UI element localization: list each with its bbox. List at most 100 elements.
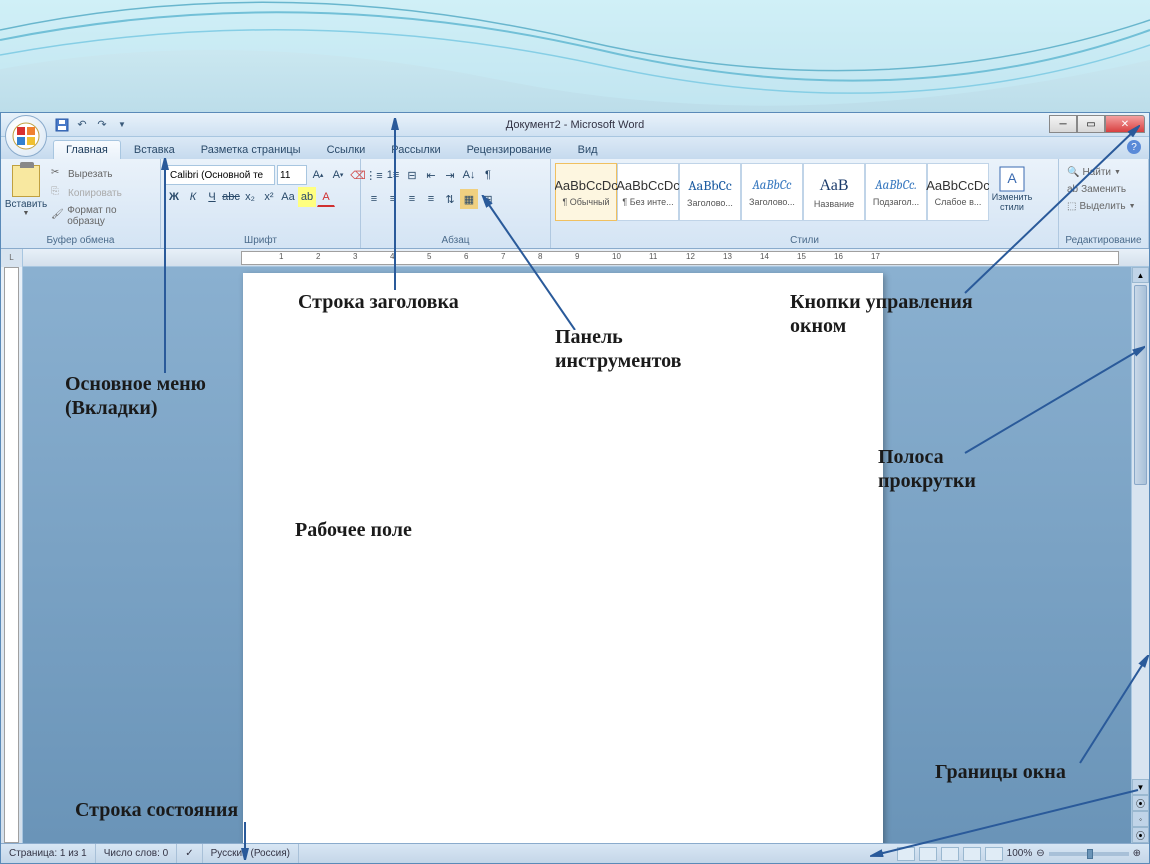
find-button[interactable]: 🔍 Найти▼	[1063, 165, 1140, 180]
zoom-thumb[interactable]	[1087, 849, 1093, 859]
office-logo-icon	[12, 122, 40, 150]
view-outline-icon[interactable]	[963, 847, 981, 861]
status-language[interactable]: Русский (Россия)	[203, 844, 299, 863]
grow-font-icon[interactable]: A▴	[309, 165, 327, 185]
zoom-level[interactable]: 100%	[1007, 848, 1033, 859]
zoom-in-icon[interactable]: ⊕	[1133, 848, 1141, 859]
select-icon: ⬚	[1067, 201, 1076, 212]
help-icon[interactable]: ?	[1127, 140, 1141, 154]
style-item[interactable]: AaBbCcDc¶ Обычный	[555, 163, 617, 221]
sort-icon[interactable]: A↓	[460, 165, 478, 185]
cut-button[interactable]: ✂ Вырезать	[47, 165, 156, 183]
minimize-button[interactable]: ─	[1049, 115, 1077, 133]
horizontal-ruler[interactable]: L 1234567891011121314151617	[1, 249, 1149, 267]
highlight-button[interactable]: ab	[298, 187, 316, 207]
copy-button[interactable]: ⎘ Копировать	[47, 184, 156, 202]
select-button[interactable]: ⬚ Выделить▼	[1063, 199, 1140, 214]
ruler-toggle[interactable]: L	[1, 249, 23, 267]
style-item[interactable]: АаВНазвание	[803, 163, 865, 221]
style-item[interactable]: AaBbCcDcСлабое в...	[927, 163, 989, 221]
group-paragraph: ⋮≡ 1≡ ⊟ ⇤ ⇥ A↓ ¶ ≡ ≡ ≡ ≡ ⇅ ▦ ⊞	[361, 159, 551, 248]
scroll-up-icon[interactable]: ▲	[1132, 267, 1149, 283]
save-icon[interactable]	[53, 116, 71, 134]
office-button[interactable]	[5, 115, 47, 157]
tab-page-layout[interactable]: Разметка страницы	[188, 140, 314, 159]
align-justify-icon[interactable]: ≡	[422, 189, 440, 209]
paste-button[interactable]: Вставить ▼	[5, 161, 47, 217]
bullets-icon[interactable]: ⋮≡	[365, 165, 383, 185]
align-left-icon[interactable]: ≡	[365, 189, 383, 209]
replace-button[interactable]: ab Заменить	[1063, 182, 1140, 197]
undo-icon[interactable]: ↶	[73, 116, 91, 134]
style-item[interactable]: AaBbCc.Подзагол...	[865, 163, 927, 221]
scroll-thumb[interactable]	[1134, 285, 1147, 485]
shrink-font-icon[interactable]: A▾	[329, 165, 347, 185]
window-controls: ─ ▭ ✕	[1049, 115, 1145, 133]
qat-dropdown-icon[interactable]: ▼	[113, 116, 131, 134]
browse-object-icon[interactable]: ◦	[1132, 811, 1149, 827]
change-case-button[interactable]: Aa	[279, 187, 297, 207]
font-color-button[interactable]: A	[317, 187, 335, 207]
line-spacing-icon[interactable]: ⇅	[441, 189, 459, 209]
strike-button[interactable]: abc	[222, 187, 240, 207]
superscript-button[interactable]: x²	[260, 187, 278, 207]
prev-page-icon[interactable]: ⦿	[1132, 795, 1149, 811]
status-page[interactable]: Страница: 1 из 1	[1, 844, 96, 863]
document-scroll	[23, 267, 1131, 843]
maximize-button[interactable]: ▭	[1077, 115, 1105, 133]
paste-icon	[12, 165, 40, 197]
find-icon: 🔍	[1067, 167, 1079, 178]
zoom-slider[interactable]	[1049, 852, 1129, 856]
tab-review[interactable]: Рецензирование	[454, 140, 565, 159]
scissors-icon: ✂	[51, 167, 65, 181]
style-item[interactable]: AaBbCcDc¶ Без инте...	[617, 163, 679, 221]
style-item[interactable]: AaBbCcЗаголово...	[679, 163, 741, 221]
show-marks-icon[interactable]: ¶	[479, 165, 497, 185]
document-page[interactable]	[243, 273, 883, 843]
zoom-out-icon[interactable]: ⊖	[1036, 848, 1044, 859]
font-name-input[interactable]	[165, 165, 275, 185]
subscript-button[interactable]: x₂	[241, 187, 259, 207]
numbering-icon[interactable]: 1≡	[384, 165, 402, 185]
next-page-icon[interactable]: ⦿	[1132, 827, 1149, 843]
indent-inc-icon[interactable]: ⇥	[441, 165, 459, 185]
brush-icon: 🖌	[51, 209, 64, 223]
change-styles-button[interactable]: A Изменить стили	[989, 161, 1035, 213]
scroll-down-icon[interactable]: ▼	[1132, 779, 1149, 795]
group-font: A▴ A▾ ⌫ Ж К Ч abc x₂ x² Aa ab A Шрифт	[161, 159, 361, 248]
status-proofing-icon[interactable]: ✓	[177, 844, 202, 863]
redo-icon[interactable]: ↷	[93, 116, 111, 134]
quick-access-toolbar: ↶ ↷ ▼	[53, 116, 131, 134]
copy-icon: ⎘	[51, 186, 65, 200]
tab-mailings[interactable]: Рассылки	[378, 140, 453, 159]
tab-insert[interactable]: Вставка	[121, 140, 188, 159]
italic-button[interactable]: К	[184, 187, 202, 207]
vertical-scrollbar[interactable]: ▲ ▼ ⦿ ◦ ⦿	[1131, 267, 1149, 843]
underline-button[interactable]: Ч	[203, 187, 221, 207]
status-words[interactable]: Число слов: 0	[96, 844, 177, 863]
vertical-ruler[interactable]	[1, 267, 23, 843]
close-button[interactable]: ✕	[1105, 115, 1145, 133]
style-item[interactable]: AaBbCcЗаголово...	[741, 163, 803, 221]
tab-view[interactable]: Вид	[565, 140, 611, 159]
format-painter-button[interactable]: 🖌 Формат по образцу	[47, 203, 156, 229]
indent-dec-icon[interactable]: ⇤	[422, 165, 440, 185]
multilevel-icon[interactable]: ⊟	[403, 165, 421, 185]
font-size-input[interactable]	[277, 165, 307, 185]
view-draft-icon[interactable]	[985, 847, 1003, 861]
borders-icon[interactable]: ⊞	[479, 189, 497, 209]
ribbon: Вставить ▼ ✂ Вырезать ⎘ Копировать 🖌 Фор…	[1, 159, 1149, 249]
decorative-swoosh	[0, 0, 1150, 120]
group-clipboard: Вставить ▼ ✂ Вырезать ⎘ Копировать 🖌 Фор…	[1, 159, 161, 248]
bold-button[interactable]: Ж	[165, 187, 183, 207]
view-full-screen-icon[interactable]	[919, 847, 937, 861]
shading-icon[interactable]: ▦	[460, 189, 478, 209]
tab-home[interactable]: Главная	[53, 140, 121, 159]
align-center-icon[interactable]: ≡	[384, 189, 402, 209]
svg-text:A: A	[1007, 170, 1017, 186]
view-print-layout-icon[interactable]	[897, 847, 915, 861]
align-right-icon[interactable]: ≡	[403, 189, 421, 209]
tab-references[interactable]: Ссылки	[314, 140, 379, 159]
group-styles: AaBbCcDc¶ ОбычныйAaBbCcDc¶ Без инте...Aa…	[551, 159, 1059, 248]
view-web-icon[interactable]	[941, 847, 959, 861]
